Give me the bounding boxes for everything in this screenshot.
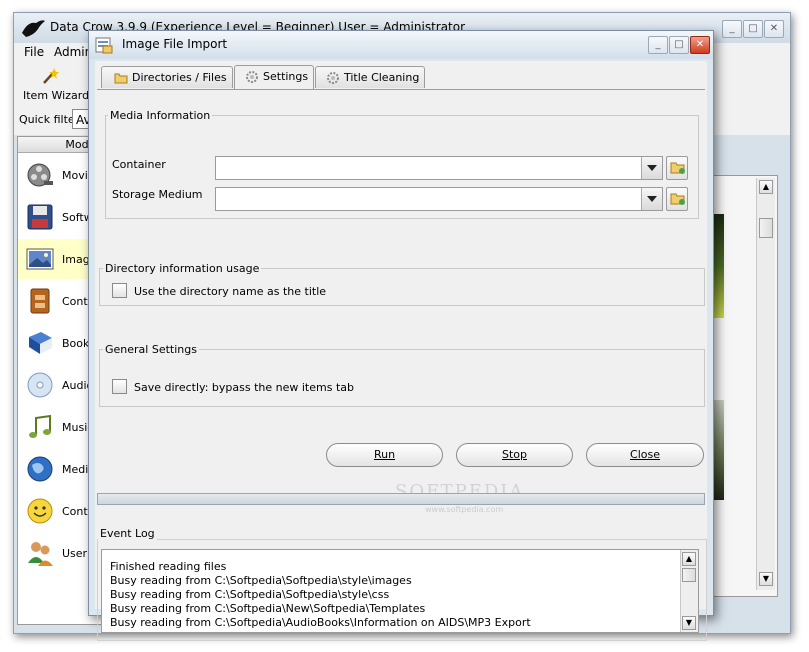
menu-file[interactable]: File — [24, 45, 44, 59]
general-settings-title: General Settings — [103, 343, 199, 356]
scroll-down-button[interactable]: ▼ — [759, 572, 773, 586]
tab-label: Settings — [263, 70, 309, 83]
save-directly-checkbox[interactable] — [112, 379, 127, 394]
folder-add-icon — [670, 193, 685, 205]
globe-icon — [27, 456, 53, 482]
close-button[interactable]: ✕ — [764, 20, 784, 38]
cd-icon — [27, 372, 53, 398]
crow-logo-icon — [22, 20, 45, 37]
tab-label: Directories / Files — [132, 71, 227, 84]
item-view-scrollbar[interactable]: ▲ ▼ — [756, 178, 775, 590]
stop-button-label: Stop — [501, 448, 527, 461]
log-line: Busy reading from C:\Softpedia\New\Softp… — [110, 602, 426, 615]
gear-icon — [246, 71, 258, 83]
scroll-up-button[interactable]: ▲ — [759, 180, 773, 194]
floppy-disk-icon — [27, 204, 53, 230]
dialog-title-bar: Image File Import _ □ ✕ — [89, 31, 713, 59]
watermark-url: www.softpedia.com — [425, 505, 504, 514]
run-button-label: Run — [373, 448, 396, 461]
maximize-button[interactable]: □ — [743, 20, 763, 38]
tab-label: Title Cleaning — [344, 71, 420, 84]
close-button-label: Close — [630, 448, 660, 461]
tab-title-cleaning[interactable]: Title Cleaning — [315, 66, 425, 88]
close-dialog-button[interactable]: Close — [586, 443, 704, 467]
event-log-title: Event Log — [98, 527, 157, 540]
event-log-list[interactable]: Finished reading files Busy reading from… — [101, 549, 699, 633]
magic-wand-icon — [43, 68, 59, 84]
minimize-button[interactable]: _ — [722, 20, 742, 38]
scroll-up-button[interactable]: ▲ — [682, 552, 696, 566]
cabinet-icon — [30, 288, 50, 314]
item-wizard-button[interactable]: Item Wizard — [19, 65, 89, 105]
import-progress-bar — [97, 493, 705, 505]
container-combo[interactable] — [215, 156, 663, 180]
container-label: Container — [112, 158, 166, 171]
dialog-title: Image File Import — [122, 37, 228, 51]
tab-settings[interactable]: Settings — [234, 65, 314, 89]
storage-medium-browse-button[interactable] — [666, 187, 688, 211]
module-label: Book — [62, 337, 90, 350]
import-icon — [95, 37, 113, 54]
scroll-thumb[interactable] — [682, 568, 696, 582]
users-icon — [28, 542, 53, 566]
chevron-down-icon[interactable] — [641, 188, 662, 210]
item-wizard-label: Item Wizard — [23, 89, 90, 102]
folder-add-icon — [670, 162, 685, 174]
log-line: Busy reading from C:\Softpedia\Softpedia… — [110, 574, 412, 587]
dialog-close-button[interactable]: ✕ — [690, 36, 710, 54]
stop-button[interactable]: Stop — [456, 443, 573, 467]
dialog-body: Directories / Files Settings Title Clean… — [95, 61, 707, 641]
storage-medium-label: Storage Medium — [112, 188, 203, 201]
thumbnail-image — [714, 400, 724, 500]
container-browse-button[interactable] — [666, 156, 688, 180]
dialog-maximize-button[interactable]: □ — [669, 36, 689, 54]
run-button[interactable]: Run — [326, 443, 443, 467]
film-reel-icon — [27, 163, 53, 187]
log-line: Finished reading files — [110, 560, 227, 573]
tab-directories-files[interactable]: Directories / Files — [101, 66, 233, 88]
image-file-import-dialog: Image File Import _ □ ✕ Directories / Fi… — [88, 30, 714, 641]
log-line: Busy reading from C:\Softpedia\AudioBook… — [110, 616, 531, 629]
music-note-icon — [29, 414, 51, 438]
general-settings-group — [99, 349, 705, 407]
log-line: Busy reading from C:\Softpedia\Softpedia… — [110, 588, 390, 601]
dialog-minimize-button[interactable]: _ — [648, 36, 668, 54]
use-directory-name-label: Use the directory name as the title — [134, 285, 327, 298]
scroll-down-button[interactable]: ▼ — [682, 616, 696, 630]
gear-icon — [327, 72, 339, 84]
quick-filter-label: Quick filter — [19, 113, 80, 126]
chevron-down-icon[interactable] — [641, 157, 662, 179]
picture-icon — [26, 248, 54, 270]
media-information-title: Media Information — [108, 109, 213, 122]
event-log-scrollbar[interactable]: ▲ ▼ — [680, 550, 698, 632]
save-directly-label: Save directly: bypass the new items tab — [134, 381, 354, 394]
thumbnail-image — [714, 214, 724, 318]
directory-usage-title: Directory information usage — [103, 262, 262, 275]
scroll-thumb[interactable] — [759, 218, 773, 238]
tab-divider — [97, 89, 705, 90]
smiley-icon — [27, 498, 53, 524]
storage-medium-combo[interactable] — [215, 187, 663, 211]
use-directory-name-checkbox[interactable] — [112, 283, 127, 298]
item-view-panel: ▲ ▼ — [711, 175, 778, 597]
module-label: User — [62, 547, 88, 560]
folder-icon — [114, 73, 128, 84]
book-icon — [29, 332, 52, 354]
